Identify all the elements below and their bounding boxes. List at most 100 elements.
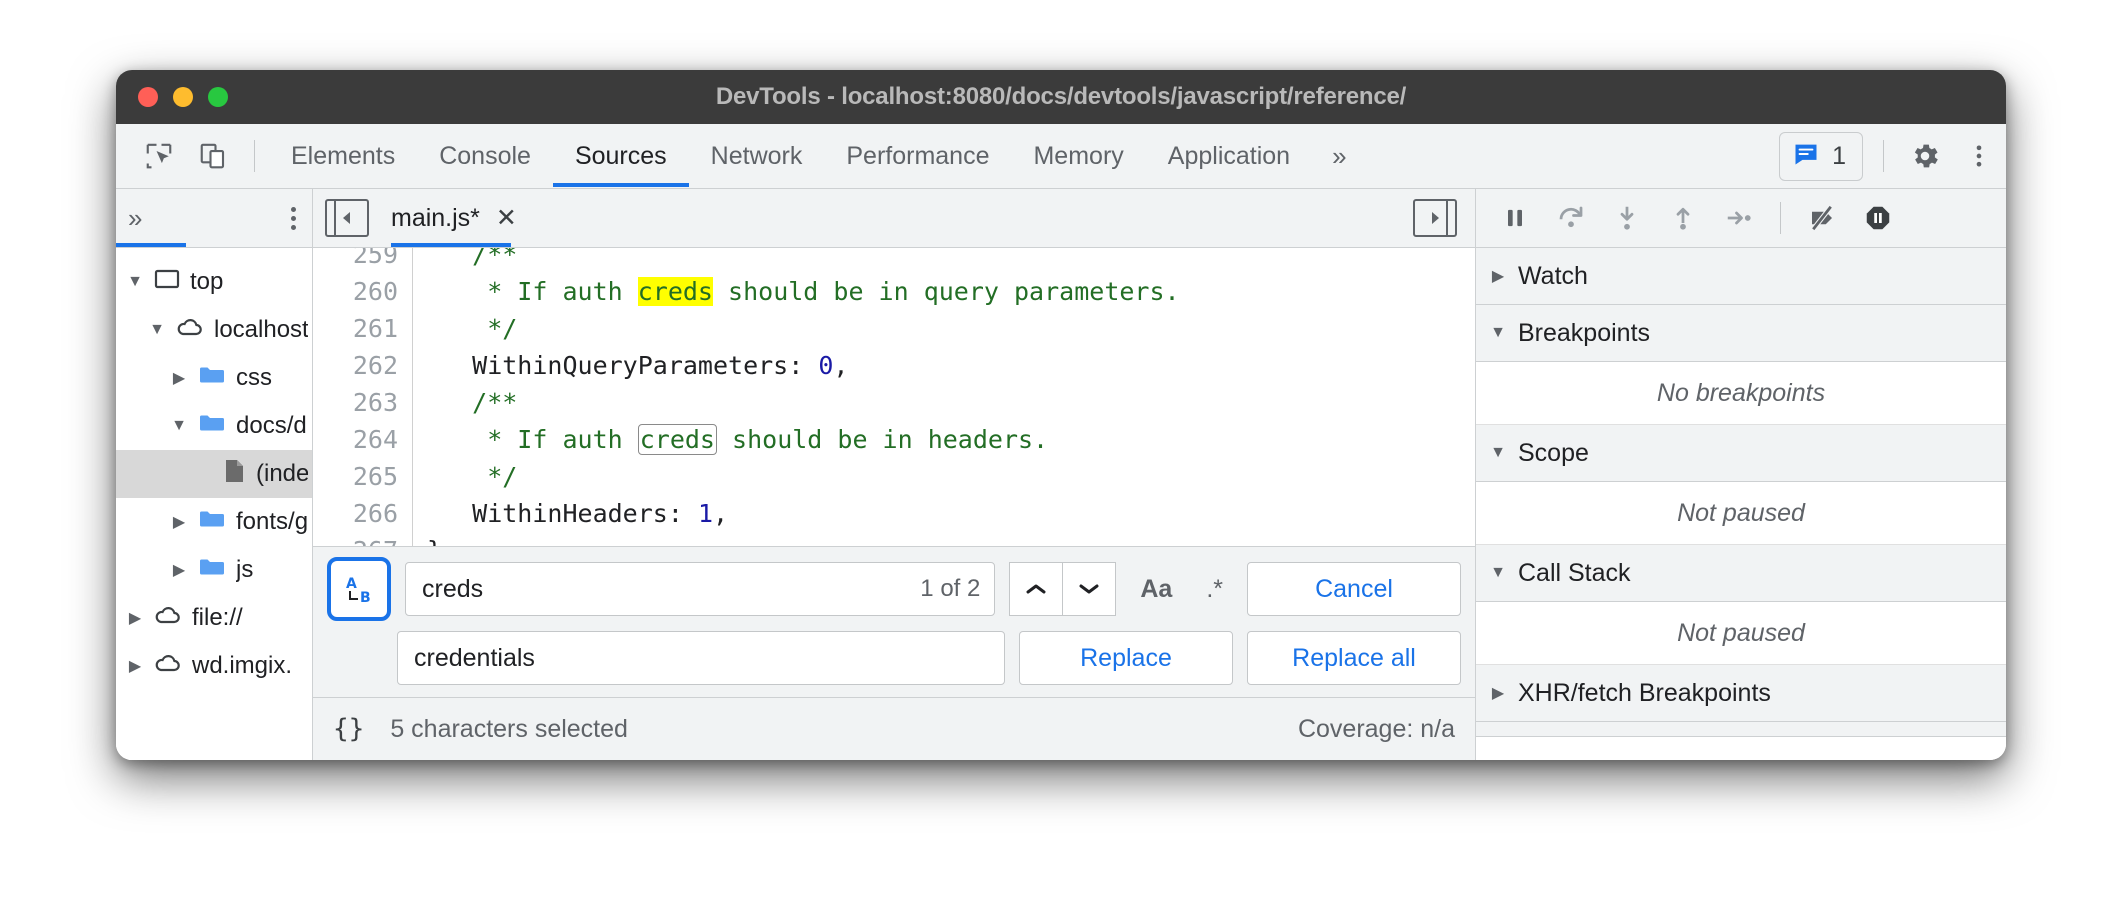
inspect-element-icon[interactable]	[132, 129, 186, 183]
show-navigator-icon[interactable]	[325, 199, 369, 237]
line-content: /**	[413, 248, 517, 269]
collapse-caret-icon[interactable]: ▶	[170, 560, 188, 580]
line-number: 259	[313, 248, 413, 273]
tree-item-label: css	[236, 364, 272, 392]
tree-item-fonts[interactable]: ▶ fonts/g	[116, 498, 312, 546]
replace-input[interactable]: credentials	[397, 631, 1005, 685]
step-icon[interactable]	[1714, 193, 1764, 243]
gear-icon[interactable]	[1898, 129, 1952, 183]
previous-match-button[interactable]	[1009, 562, 1063, 616]
tree-item-file[interactable]: ▶ file://	[116, 594, 312, 642]
collapse-caret-icon[interactable]: ▶	[170, 512, 188, 532]
code-number: 1	[698, 499, 713, 528]
show-debugger-icon[interactable]	[1413, 199, 1457, 237]
kebab-menu-icon[interactable]	[1952, 129, 2006, 183]
collapse-caret-icon[interactable]: ▶	[126, 656, 144, 676]
tree-item-wdimgix[interactable]: ▶ wd.imgix.	[116, 642, 312, 690]
replace-all-button[interactable]: Replace all	[1247, 631, 1461, 685]
cloud-icon	[154, 652, 182, 681]
regex-button[interactable]: .*	[1196, 575, 1233, 604]
replace-input-value: credentials	[414, 644, 1004, 673]
call-stack-empty-message: Not paused	[1476, 602, 2006, 665]
tab-performance[interactable]: Performance	[824, 125, 1011, 187]
debugger-section-call-stack[interactable]: ▼ Call Stack	[1476, 545, 2006, 602]
close-icon[interactable]: ✕	[496, 203, 517, 233]
step-over-icon[interactable]	[1546, 193, 1596, 243]
code-editor[interactable]: 259 /** 260 * If auth creds should be in…	[313, 248, 1475, 546]
pause-script-icon[interactable]	[1490, 193, 1540, 243]
tree-item-index[interactable]: ▶ (inde	[116, 450, 312, 498]
line-number: 265	[313, 458, 413, 495]
debugger-section-watch[interactable]: ▶ Watch	[1476, 248, 2006, 305]
section-label: XHR/fetch Breakpoints	[1518, 679, 1771, 708]
expand-caret-icon[interactable]: ▼	[1490, 324, 1506, 342]
expand-caret-icon[interactable]: ▼	[1490, 444, 1506, 462]
editor-tabstrip: main.js* ✕	[313, 189, 1475, 248]
search-input-value: creds	[422, 575, 920, 604]
expand-caret-icon[interactable]: ▼	[170, 417, 188, 435]
section-label: Scope	[1518, 439, 1589, 468]
replace-ab-icon[interactable]: A B	[327, 557, 391, 621]
tree-item-top[interactable]: ▼ top	[116, 258, 312, 306]
tab-sources[interactable]: Sources	[553, 125, 689, 187]
window-title: DevTools - localhost:8080/docs/devtools/…	[116, 83, 2006, 111]
tree-item-label: wd.imgix.	[192, 652, 292, 680]
find-row: A B creds 1 of 2	[327, 557, 1461, 621]
next-match-button[interactable]	[1063, 562, 1116, 616]
svg-text:A: A	[346, 576, 357, 592]
deactivate-breakpoints-icon[interactable]	[1797, 193, 1847, 243]
match-case-button[interactable]: Aa	[1130, 575, 1182, 604]
tree-item-label: top	[190, 268, 223, 296]
search-input[interactable]: creds 1 of 2	[405, 562, 995, 616]
tree-item-label: (inde	[256, 460, 308, 488]
line-number: 261	[313, 310, 413, 347]
cancel-button[interactable]: Cancel	[1247, 562, 1461, 616]
line-content: */	[413, 314, 517, 343]
tree-item-docs[interactable]: ▼ docs/d	[116, 402, 312, 450]
debugger-toolbar-divider	[1780, 202, 1781, 234]
line-number: 266	[313, 495, 413, 532]
message-icon	[1792, 140, 1820, 173]
tab-memory[interactable]: Memory	[1011, 125, 1145, 187]
navigator-more-tabs-icon[interactable]: »	[128, 205, 142, 231]
close-window-button[interactable]	[138, 87, 158, 107]
expand-caret-icon[interactable]: ▼	[126, 273, 144, 291]
navigator-header: »	[116, 189, 312, 248]
editor-tab-mainjs[interactable]: main.js* ✕	[391, 203, 517, 233]
replace-button[interactable]: Replace	[1019, 631, 1233, 685]
expand-caret-icon[interactable]: ▼	[148, 321, 166, 339]
pause-on-exceptions-icon[interactable]	[1853, 193, 1903, 243]
collapse-caret-icon[interactable]: ▶	[126, 608, 144, 628]
folder-icon	[198, 412, 226, 441]
match-nav-buttons	[1009, 562, 1116, 616]
more-tabs-icon[interactable]: »	[1312, 141, 1366, 172]
minimize-window-button[interactable]	[173, 87, 193, 107]
collapse-caret-icon[interactable]: ▶	[170, 368, 188, 388]
device-toolbar-icon[interactable]	[186, 129, 240, 183]
navigator-menu-icon[interactable]	[285, 201, 302, 236]
console-messages-badge[interactable]: 1	[1779, 132, 1863, 181]
debugger-section-xhr-breakpoints[interactable]: ▶ XHR/fetch Breakpoints	[1476, 665, 2006, 722]
tree-item-css[interactable]: ▶ css	[116, 354, 312, 402]
section-label: Call Stack	[1518, 559, 1631, 588]
tab-elements[interactable]: Elements	[269, 125, 417, 187]
maximize-window-button[interactable]	[208, 87, 228, 107]
code-comment: * If auth	[427, 425, 638, 454]
tree-item-localhost[interactable]: ▼ localhost:	[116, 306, 312, 354]
step-out-icon[interactable]	[1658, 193, 1708, 243]
debugger-section-scope[interactable]: ▼ Scope	[1476, 425, 2006, 482]
code-line: 259 /**	[313, 248, 1475, 273]
scope-empty-message: Not paused	[1476, 482, 2006, 545]
devtools-window: DevTools - localhost:8080/docs/devtools/…	[116, 70, 2006, 760]
tab-console[interactable]: Console	[417, 125, 553, 187]
tab-application[interactable]: Application	[1146, 125, 1312, 187]
collapse-caret-icon[interactable]: ▶	[1490, 683, 1506, 703]
tree-item-js[interactable]: ▶ js	[116, 546, 312, 594]
expand-caret-icon[interactable]: ▼	[1490, 564, 1506, 582]
collapse-caret-icon[interactable]: ▶	[1490, 266, 1506, 286]
step-into-icon[interactable]	[1602, 193, 1652, 243]
debugger-section-breakpoints[interactable]: ▼ Breakpoints	[1476, 305, 2006, 362]
tab-network[interactable]: Network	[689, 125, 825, 187]
line-content: * If auth creds should be in headers.	[413, 425, 1048, 454]
pretty-print-icon[interactable]: {}	[333, 714, 364, 744]
